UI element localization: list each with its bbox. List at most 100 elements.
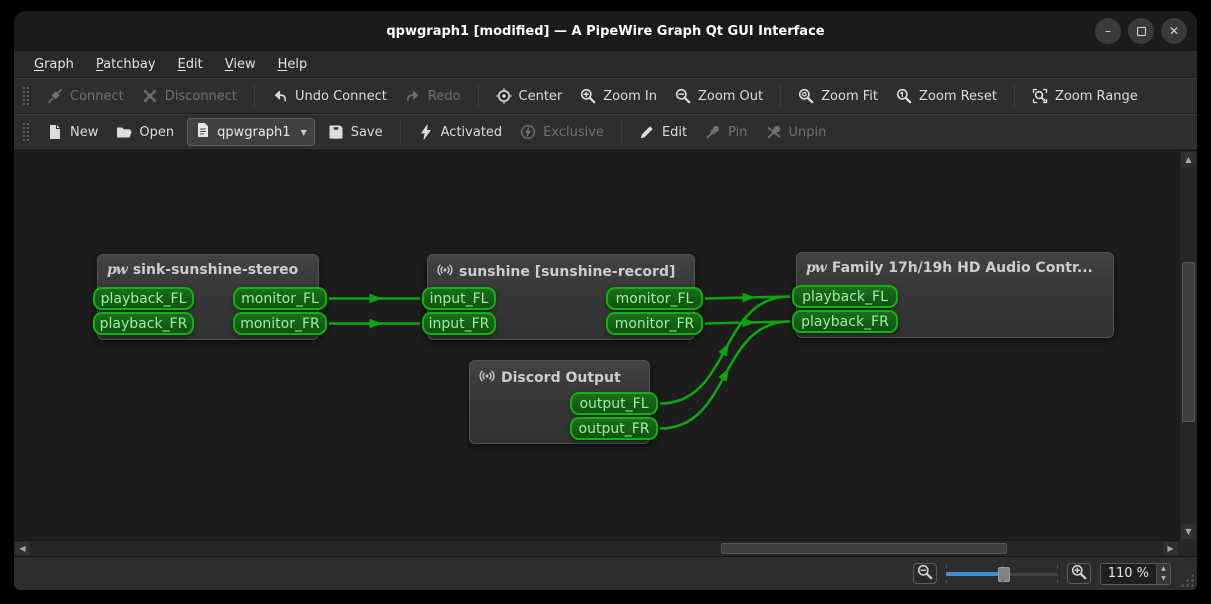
- edit-pencil-icon: [639, 124, 655, 140]
- toolbar-button-label: Zoom In: [603, 89, 657, 104]
- toolbar-button-label: Disconnect: [165, 89, 237, 104]
- port-sink-monitor_FL[interactable]: monitor_FL: [233, 287, 327, 310]
- new-button[interactable]: New: [38, 119, 107, 145]
- toolbar-drag-handle[interactable]: [22, 122, 30, 142]
- activated-button[interactable]: Activated: [409, 119, 512, 145]
- toolbar-button-label: Activated: [441, 125, 503, 140]
- statusbar: 110 % ▲ ▼: [14, 557, 1197, 590]
- exclusive-bolt-icon: [520, 124, 536, 140]
- toolbar-button-label: Pin: [728, 125, 747, 140]
- port-sink-monitor_FR[interactable]: monitor_FR: [233, 312, 327, 335]
- pipewire-icon: pw: [806, 260, 826, 276]
- zoom-fit-button[interactable]: Zoom Fit: [789, 83, 887, 109]
- toolbar-button-label: Redo: [428, 89, 461, 104]
- menu-help[interactable]: Help: [268, 54, 318, 75]
- toolbar-drag-handle[interactable]: [22, 86, 30, 106]
- toolbar-button-label: Zoom Fit: [821, 89, 878, 104]
- window-title: qpwgraph1 [modified] — A PipeWire Graph …: [386, 24, 824, 39]
- zoom-in-button[interactable]: [1067, 563, 1091, 584]
- connection-wires: [14, 151, 1179, 540]
- toolbar-button-label: Zoom Range: [1055, 89, 1138, 104]
- close-button[interactable]: ✕: [1161, 18, 1187, 44]
- patchbay-combo-value: qpwgraph1: [217, 125, 290, 140]
- toolbar-button-label: Undo Connect: [295, 89, 387, 104]
- zoom-in-button[interactable]: Zoom In: [571, 83, 666, 109]
- port-sink-playback_FR[interactable]: playback_FR: [93, 312, 194, 335]
- horizontal-scrollbar[interactable]: ◀ ▶: [14, 540, 1179, 556]
- zoom-slider-fill: [946, 572, 999, 576]
- toolbar-button-label: Exclusive: [543, 125, 604, 140]
- port-sink-playback_FL[interactable]: playback_FL: [93, 287, 194, 310]
- node-title-text: sunshine [sunshine-record]: [459, 264, 675, 280]
- node-title: Discord Output: [470, 361, 649, 395]
- toolbar-separator: [621, 120, 622, 144]
- resize-grip-icon[interactable]: [1180, 573, 1194, 587]
- center-button[interactable]: Center: [487, 83, 572, 109]
- port-sunshine-input_FL[interactable]: input_FL: [422, 287, 496, 310]
- toolbar-button-label: Zoom Out: [698, 89, 763, 104]
- toolbar-button-label: Zoom Reset: [919, 89, 997, 104]
- node-title-text: Discord Output: [501, 370, 621, 386]
- port-family-playback_FR[interactable]: playback_FR: [792, 310, 898, 333]
- zoom-spinbox[interactable]: 110 % ▲ ▼: [1100, 563, 1171, 585]
- zoom-reset-button[interactable]: Zoom Reset: [887, 83, 1006, 109]
- broadcast-icon: [479, 368, 495, 388]
- save-icon: [328, 124, 344, 140]
- zoom-in-icon: [1071, 564, 1087, 584]
- toolbar-button-label: Open: [139, 125, 174, 140]
- menu-view[interactable]: View: [215, 54, 266, 75]
- patchbay-file-icon: [195, 122, 211, 142]
- zoom-out-icon: [675, 88, 691, 104]
- menu-patchbay[interactable]: Patchbay: [86, 54, 166, 75]
- port-discord-output_FL[interactable]: output_FL: [570, 392, 658, 415]
- minimize-button[interactable]: –: [1095, 18, 1121, 44]
- new-icon: [47, 124, 63, 140]
- graph-canvas-frame: pwsink-sunshine-stereoplayback_FLplaybac…: [14, 150, 1197, 557]
- zoom-out-button[interactable]: Zoom Out: [666, 83, 772, 109]
- disconnect-button: Disconnect: [133, 83, 246, 109]
- menu-graph[interactable]: Graph: [24, 54, 84, 75]
- patchbay-combo[interactable]: qpwgraph1 ▼: [187, 118, 315, 146]
- chevron-down-icon: ▼: [301, 128, 307, 137]
- undo-icon: [272, 88, 288, 104]
- undo-connect-button[interactable]: Undo Connect: [263, 83, 396, 109]
- port-discord-output_FR[interactable]: output_FR: [570, 417, 658, 440]
- port-sunshine-monitor_FL[interactable]: monitor_FL: [606, 287, 703, 310]
- scroll-down-icon[interactable]: ▼: [1181, 524, 1196, 539]
- port-sunshine-input_FR[interactable]: input_FR: [422, 312, 496, 335]
- spin-down-icon[interactable]: ▼: [1157, 574, 1170, 584]
- vscroll-thumb[interactable]: [1182, 262, 1195, 422]
- zoom-slider-handle[interactable]: [998, 567, 1010, 582]
- toolbar-button-label: Save: [351, 125, 383, 140]
- zoom-slider[interactable]: [946, 564, 1058, 584]
- menu-edit[interactable]: Edit: [168, 54, 213, 75]
- zoom-out-button[interactable]: [913, 563, 937, 584]
- toolbar-file: New Open qpwgraph1 ▼ Save Activated Exclusive E…: [14, 114, 1197, 150]
- vertical-scrollbar[interactable]: ▲ ▼: [1179, 151, 1197, 540]
- redo-button: Redo: [396, 83, 470, 109]
- toolbar-button-label: New: [70, 125, 98, 140]
- scroll-left-icon[interactable]: ◀: [15, 542, 30, 555]
- toolbar-separator: [780, 84, 781, 108]
- zoom-value: 110 %: [1101, 566, 1156, 581]
- spin-up-icon[interactable]: ▲: [1157, 564, 1170, 574]
- maximize-button[interactable]: [1128, 18, 1154, 44]
- node-title: sunshine [sunshine-record]: [428, 255, 694, 289]
- edit-button[interactable]: Edit: [630, 119, 696, 145]
- open-button[interactable]: Open: [107, 119, 183, 145]
- scroll-up-icon[interactable]: ▲: [1181, 152, 1196, 167]
- port-sunshine-monitor_FR[interactable]: monitor_FR: [606, 312, 703, 335]
- graph-viewport[interactable]: pwsink-sunshine-stereoplayback_FLplaybac…: [14, 151, 1179, 540]
- toolbar-button-label: Connect: [70, 89, 124, 104]
- port-family-playback_FL[interactable]: playback_FL: [792, 285, 898, 308]
- zoom-range-button[interactable]: Zoom Range: [1023, 83, 1147, 109]
- node-title-text: Family 17h/19h HD Audio Contr...: [832, 260, 1093, 276]
- save-button[interactable]: Save: [319, 119, 392, 145]
- zoom-out-icon: [917, 564, 933, 584]
- scroll-right-icon[interactable]: ▶: [1163, 542, 1178, 555]
- connect-icon: [47, 88, 63, 104]
- node-title: pw Family 17h/19h HD Audio Contr...: [797, 253, 1113, 283]
- titlebar[interactable]: qpwgraph1 [modified] — A PipeWire Graph …: [14, 11, 1197, 51]
- zoom-reset-icon: [896, 88, 912, 104]
- hscroll-thumb[interactable]: [721, 543, 1007, 554]
